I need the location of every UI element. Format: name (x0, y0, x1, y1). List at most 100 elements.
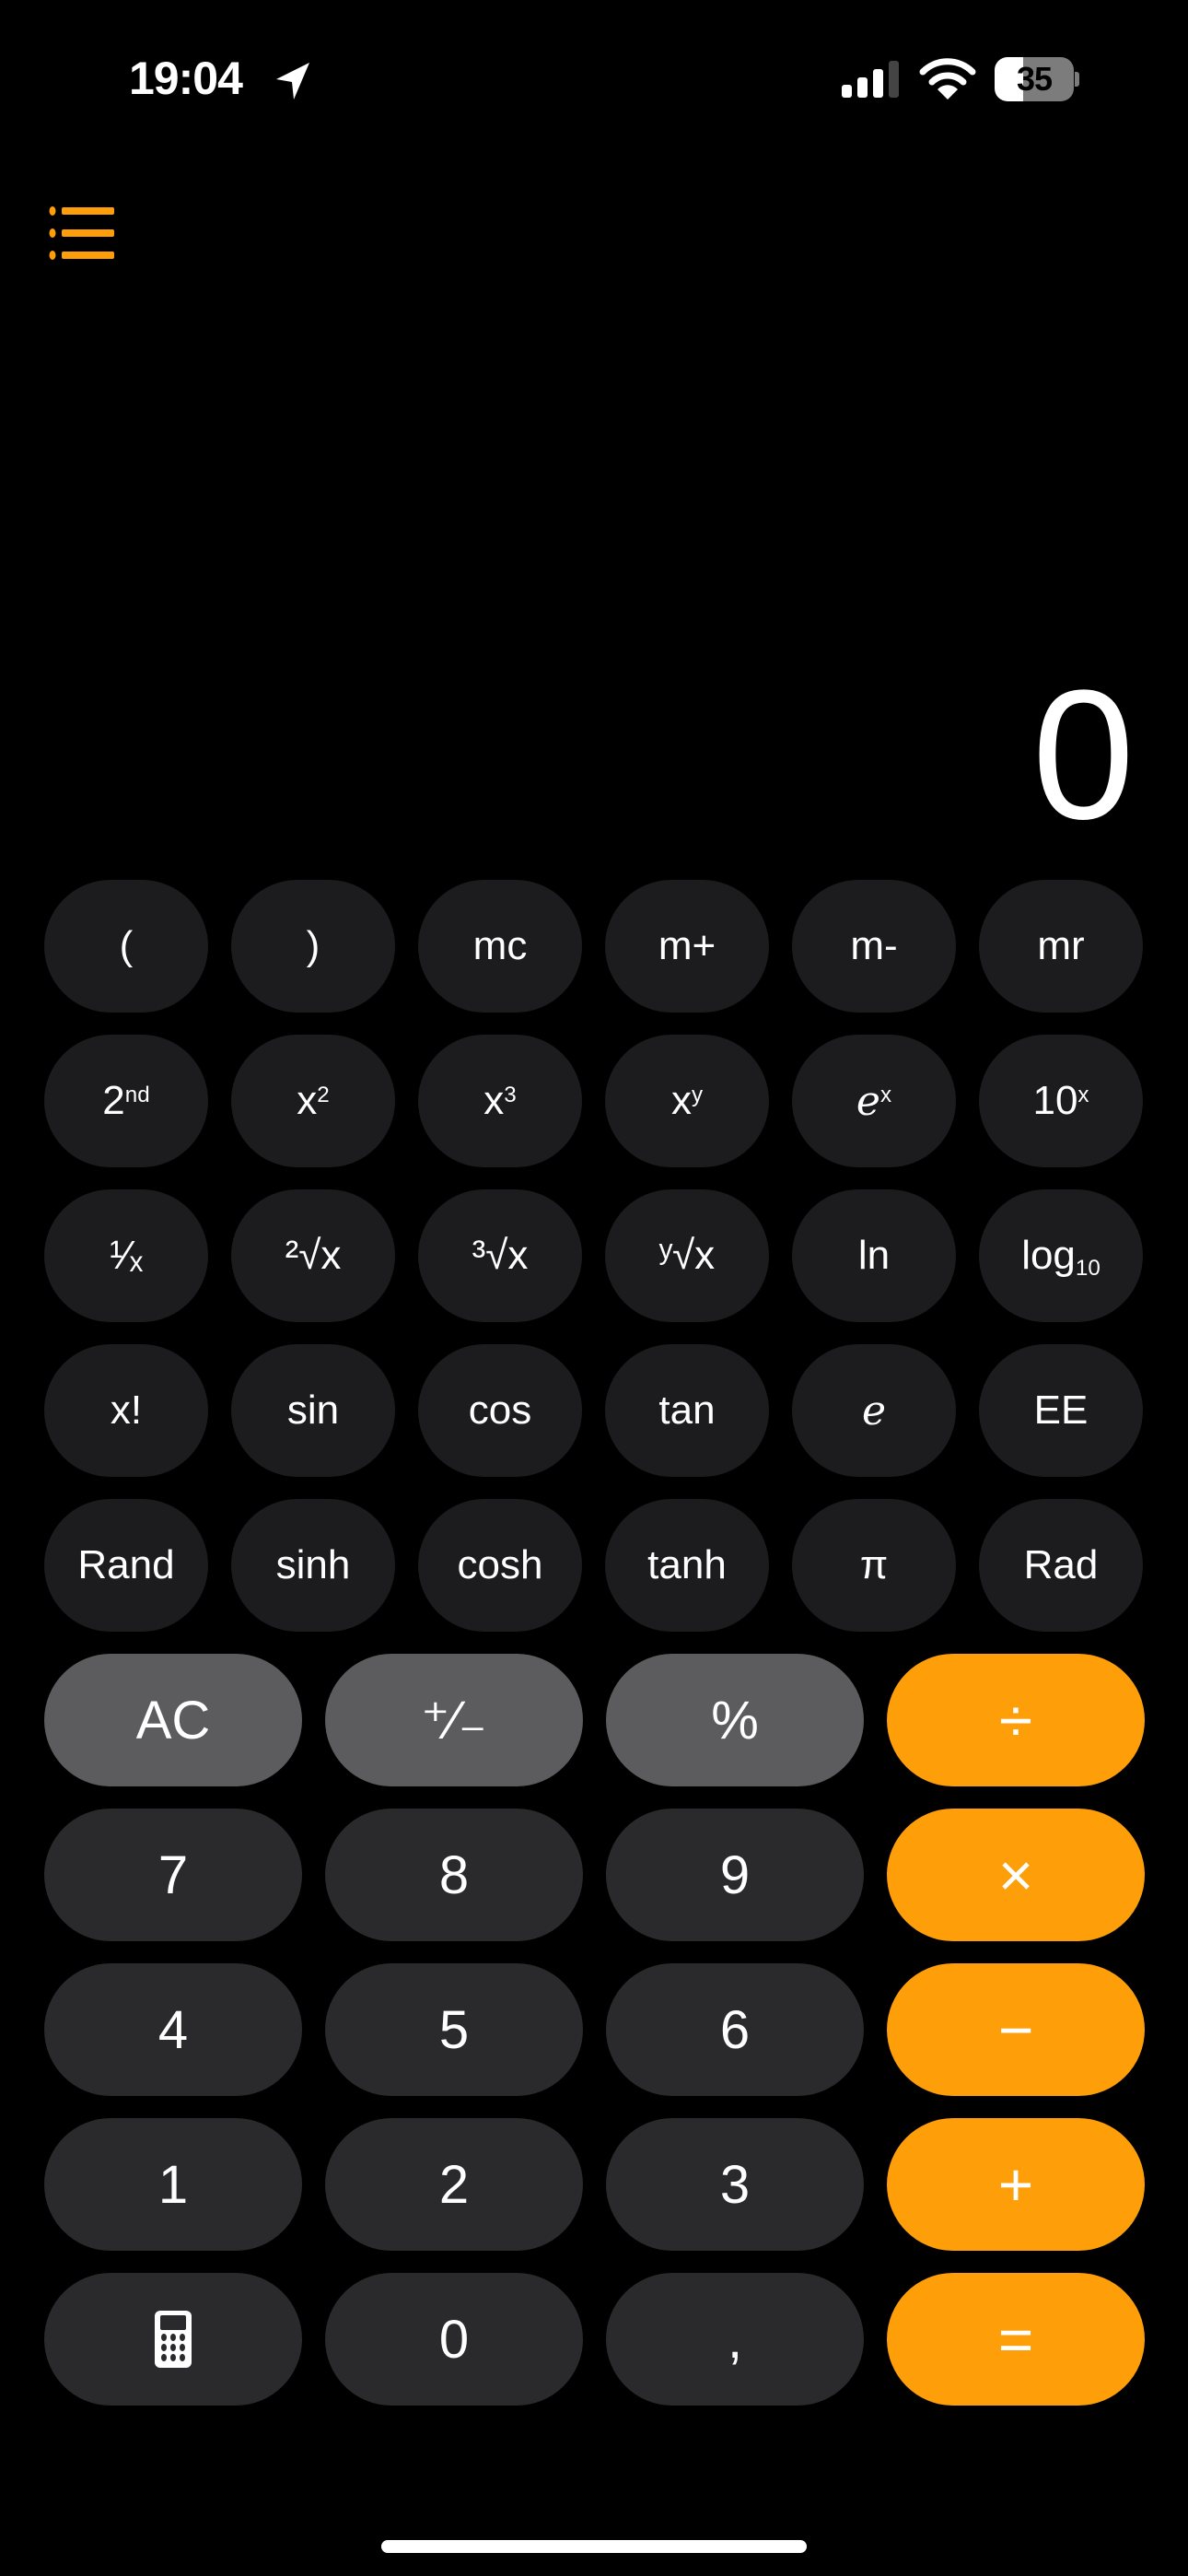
digit-7-button[interactable]: 7 (44, 1809, 302, 1941)
calculator-mode-button[interactable] (44, 2273, 302, 2406)
key-label-base: log (1021, 1233, 1076, 1278)
equals-button[interactable]: = (887, 2273, 1145, 2406)
key-label: e (861, 1387, 887, 1434)
exp-button[interactable]: ex (792, 1035, 956, 1167)
key-label: log10 (1021, 1233, 1101, 1282)
cube-root-button[interactable]: ³√x (418, 1189, 582, 1322)
sin-button[interactable]: sin (231, 1344, 395, 1477)
memory-recall-button[interactable]: mr (979, 880, 1143, 1013)
key-label: cosh (457, 1542, 543, 1587)
key-label: 8 (438, 1844, 470, 1905)
square-button[interactable]: x2 (231, 1035, 395, 1167)
log10-button[interactable]: log10 (979, 1189, 1143, 1322)
plus-minus-button[interactable]: ⁺⁄₋ (325, 1654, 583, 1786)
key-label: ²√x (285, 1233, 342, 1278)
digit-3-button[interactable]: 3 (606, 2118, 864, 2251)
status-time: 19:04 (129, 53, 243, 104)
key-label-base: x (670, 1078, 692, 1123)
key-label: ÷ (998, 1686, 1033, 1754)
reciprocal-button[interactable]: ¹⁄ₓ (44, 1189, 208, 1322)
decimal-separator-button[interactable]: , (606, 2273, 864, 2406)
second-function-button[interactable]: 2nd (44, 1035, 208, 1167)
memory-subtract-button[interactable]: m- (792, 880, 956, 1013)
key-label: mc (472, 923, 528, 968)
key-label: Rad (1023, 1542, 1099, 1587)
ten-power-button[interactable]: 10x (979, 1035, 1143, 1167)
key-label: 6 (719, 1999, 751, 2060)
key-label-superscript: 3 (504, 1082, 517, 1107)
key-label: sin (286, 1388, 340, 1433)
key-label: + (997, 2150, 1034, 2219)
natural-log-button[interactable]: ln (792, 1189, 956, 1322)
key-label-subscript: 10 (1075, 1256, 1101, 1282)
square-root-button[interactable]: ²√x (231, 1189, 395, 1322)
digit-8-button[interactable]: 8 (325, 1809, 583, 1941)
memory-clear-button[interactable]: mc (418, 880, 582, 1013)
all-clear-button[interactable]: AC (44, 1654, 302, 1786)
cos-button[interactable]: cos (418, 1344, 582, 1477)
key-label: x! (110, 1388, 143, 1433)
key-label-base: x (297, 1078, 318, 1123)
factorial-button[interactable]: x! (44, 1344, 208, 1477)
tan-button[interactable]: tan (605, 1344, 769, 1477)
key-label: m+ (658, 923, 716, 968)
cube-button[interactable]: x3 (418, 1035, 582, 1167)
digit-4-button[interactable]: 4 (44, 1963, 302, 2096)
key-label-superscript: y (691, 1082, 704, 1107)
digit-9-button[interactable]: 9 (606, 1809, 864, 1941)
digit-1-button[interactable]: 1 (44, 2118, 302, 2251)
key-label: ⁺⁄₋ (421, 1691, 487, 1751)
key-label: = (997, 2305, 1034, 2373)
euler-button[interactable]: e (792, 1344, 956, 1477)
key-label: m- (850, 923, 898, 968)
digit-2-button[interactable]: 2 (325, 2118, 583, 2251)
key-label-superscript: 2 (317, 1082, 330, 1107)
key-label: EE (1033, 1388, 1089, 1433)
open-paren-button[interactable]: ( (44, 880, 208, 1013)
key-label-superscript: nd (124, 1082, 150, 1107)
pi-button[interactable]: π (792, 1499, 956, 1632)
key-label: 10x (1032, 1078, 1089, 1124)
key-label: cos (468, 1388, 532, 1433)
key-label: π (859, 1542, 889, 1587)
digit-6-button[interactable]: 6 (606, 1963, 864, 2096)
memory-add-button[interactable]: m+ (605, 880, 769, 1013)
status-bar: 19:04 35 (0, 0, 1188, 157)
add-button[interactable]: + (887, 2118, 1145, 2251)
key-label: 4 (157, 1999, 189, 2060)
key-label: 1 (157, 2154, 189, 2215)
ee-button[interactable]: EE (979, 1344, 1143, 1477)
percent-button[interactable]: % (606, 1654, 864, 1786)
key-label-base: 2 (102, 1078, 125, 1123)
key-label: sinh (275, 1542, 351, 1587)
key-label: 3 (719, 2154, 751, 2215)
key-label: x3 (483, 1078, 516, 1124)
key-label: x2 (297, 1078, 329, 1124)
rad-button[interactable]: Rad (979, 1499, 1143, 1632)
digit-5-button[interactable]: 5 (325, 1963, 583, 2096)
close-paren-button[interactable]: ) (231, 880, 395, 1013)
yth-root-button[interactable]: ʸ√x (605, 1189, 769, 1322)
key-label: tanh (647, 1542, 727, 1587)
key-label-superscript: x (879, 1083, 892, 1108)
tanh-button[interactable]: tanh (605, 1499, 769, 1632)
key-label: − (997, 1996, 1034, 2064)
key-label: xy (671, 1078, 703, 1124)
sinh-button[interactable]: sinh (231, 1499, 395, 1632)
cosh-button[interactable]: cosh (418, 1499, 582, 1632)
subtract-button[interactable]: − (887, 1963, 1145, 2096)
list-bullet-icon (49, 206, 114, 260)
key-label: 7 (157, 1844, 189, 1905)
digit-0-button[interactable]: 0 (325, 2273, 583, 2406)
key-label: ln (857, 1233, 891, 1278)
location-arrow-icon (276, 63, 309, 100)
divide-button[interactable]: ÷ (887, 1654, 1145, 1786)
key-label: 2nd (102, 1078, 149, 1124)
history-list-button[interactable] (48, 205, 118, 262)
home-indicator[interactable] (381, 2540, 807, 2553)
rand-button[interactable]: Rand (44, 1499, 208, 1632)
power-button[interactable]: xy (605, 1035, 769, 1167)
multiply-button[interactable]: × (887, 1809, 1145, 1941)
cellular-signal-icon (842, 61, 899, 98)
battery-indicator: 35 (995, 57, 1079, 101)
